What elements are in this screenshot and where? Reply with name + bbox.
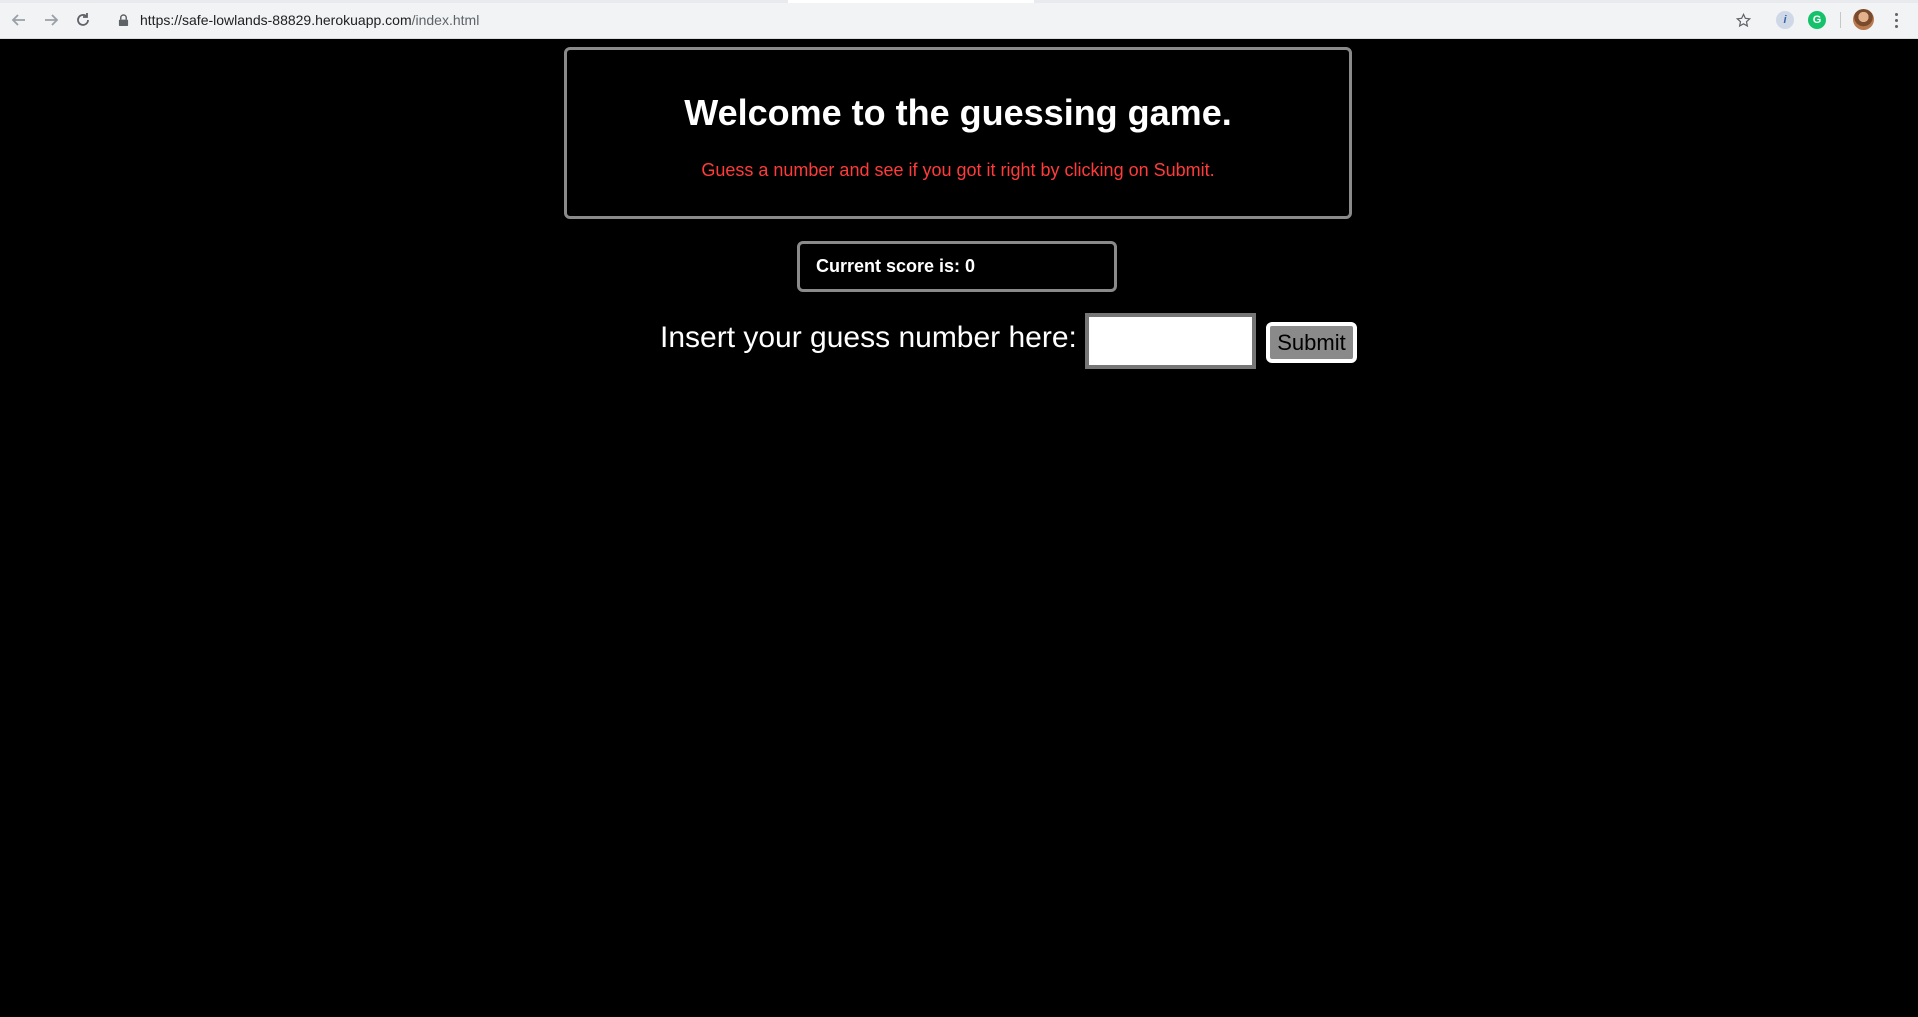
reload-icon[interactable]	[72, 9, 94, 31]
address-bar[interactable]: https://safe-lowlands-88829.herokuapp.co…	[106, 6, 1770, 34]
forward-arrow-icon[interactable]	[40, 9, 62, 31]
profile-avatar[interactable]	[1853, 9, 1874, 30]
welcome-panel: Welcome to the guessing game. Guess a nu…	[564, 47, 1352, 219]
url-host: https://safe-lowlands-88829.herokuapp.co…	[140, 12, 412, 28]
guess-form: Insert your guess number here: Submit	[0, 313, 1918, 373]
url-path: /index.html	[411, 12, 480, 28]
extension-icon[interactable]: i	[1776, 11, 1794, 29]
submit-button[interactable]: Submit	[1266, 322, 1357, 363]
menu-kebab-icon[interactable]	[1886, 10, 1906, 30]
guess-input[interactable]	[1085, 313, 1256, 369]
page-body: Welcome to the guessing game. Guess a nu…	[0, 39, 1918, 1017]
score-text: Current score is: 0	[816, 256, 976, 276]
url-text[interactable]: https://safe-lowlands-88829.herokuapp.co…	[140, 12, 479, 28]
back-arrow-icon[interactable]	[8, 9, 30, 31]
lock-icon	[116, 13, 130, 27]
tab-strip-indicator	[0, 0, 1918, 3]
browser-toolbar: https://safe-lowlands-88829.herokuapp.co…	[0, 0, 1918, 39]
star-icon[interactable]	[1733, 10, 1753, 30]
toolbar-divider	[1840, 12, 1841, 28]
grammarly-icon[interactable]: G	[1808, 11, 1826, 29]
score-panel: Current score is: 0	[797, 241, 1117, 292]
guess-label: Insert your guess number here:	[660, 321, 1077, 354]
instructions-text: Guess a number and see if you got it rig…	[701, 160, 1215, 180]
page-title: Welcome to the guessing game.	[684, 92, 1232, 133]
